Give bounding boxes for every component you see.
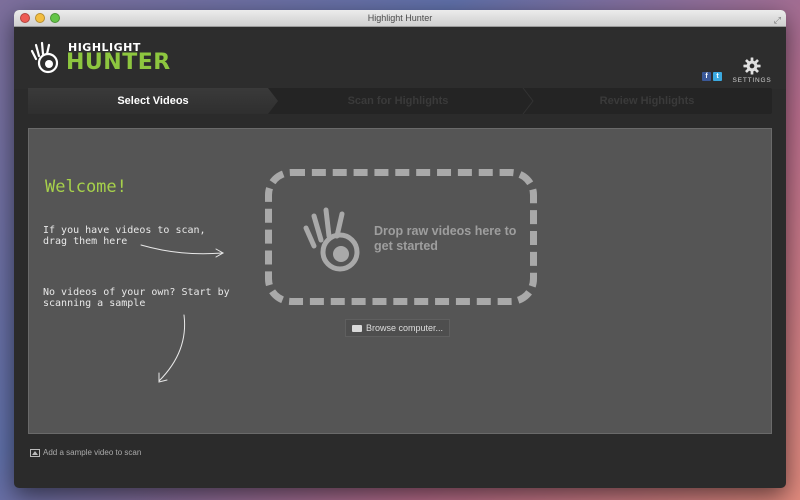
window-title: Highlight Hunter — [367, 13, 433, 23]
hand-logo-icon — [30, 41, 59, 74]
settings-label: SETTINGS — [732, 77, 772, 84]
browse-computer-label: Browse computer... — [366, 323, 444, 333]
settings-button[interactable]: SETTINGS — [732, 57, 772, 84]
add-sample-link[interactable]: Add a sample video to scan — [30, 448, 141, 457]
facebook-icon[interactable]: f — [702, 72, 711, 81]
gear-icon — [743, 57, 761, 75]
close-window-button[interactable] — [20, 13, 30, 23]
app-logo: HIGHLIGHT HUNTER — [28, 39, 208, 79]
window-controls — [20, 13, 60, 23]
minimize-window-button[interactable] — [35, 13, 45, 23]
sample-arrow-icon — [158, 314, 186, 382]
drop-hand-icon — [303, 207, 360, 272]
folder-icon — [352, 324, 362, 332]
app-window: Highlight Hunter ⤢ HIGHLIGHT HUNTER f t — [14, 10, 786, 488]
browse-computer-button[interactable]: Browse computer... — [345, 319, 451, 337]
image-icon — [30, 448, 40, 457]
sample-hint: No videos of your own? Start by scanning… — [43, 287, 230, 309]
title-bar: Highlight Hunter ⤢ — [14, 10, 786, 27]
step-select-videos[interactable]: Select Videos — [28, 88, 278, 114]
app-header: HIGHLIGHT HUNTER f t SETTINGS — [14, 27, 786, 89]
social-links: f t — [702, 72, 722, 81]
zoom-window-button[interactable] — [50, 13, 60, 23]
drop-instructions: Drop raw videos here to get started — [374, 224, 517, 253]
welcome-heading: Welcome! — [45, 177, 127, 197]
workflow-steps: Select Videos Scan for Highlights Review… — [28, 88, 772, 114]
add-sample-label: Add a sample video to scan — [43, 448, 142, 457]
drop-area-panel[interactable]: Welcome! If you have videos to scan, dra… — [28, 128, 772, 434]
twitter-icon[interactable]: t — [713, 72, 722, 81]
drag-hint: If you have videos to scan, drag them he… — [43, 225, 206, 247]
step-scan-highlights[interactable]: Scan for Highlights — [274, 88, 522, 114]
drop-zone[interactable]: Drop raw videos here to get started — [265, 169, 537, 305]
step-review-highlights[interactable]: Review Highlights — [522, 88, 772, 114]
logo-text-bottom: HUNTER — [66, 50, 171, 75]
